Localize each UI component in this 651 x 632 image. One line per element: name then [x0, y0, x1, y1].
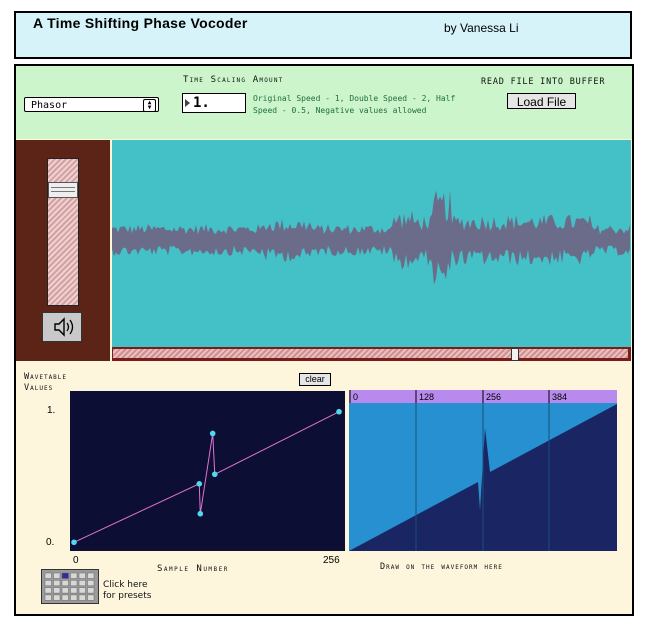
playback-position-slider[interactable]: [113, 349, 628, 358]
preset-slot[interactable]: [78, 572, 86, 579]
presets-grid[interactable]: [41, 569, 99, 604]
wavetable-label-line2: Values: [24, 383, 54, 393]
wavetable-breakpoint[interactable]: [196, 481, 203, 487]
volume-slider-knob[interactable]: [48, 182, 78, 199]
preset-slot[interactable]: [61, 580, 69, 587]
wavetable-axis-label: Wavetable Values: [24, 372, 67, 394]
ruler-label-384: 384: [552, 392, 567, 402]
wavetable-label-line1: Wavetable: [24, 372, 68, 382]
mode-select-value: Phasor: [31, 100, 68, 111]
preset-slot[interactable]: [61, 594, 69, 601]
clear-button[interactable]: clear: [299, 373, 331, 386]
preset-slot[interactable]: [44, 580, 52, 587]
wavetable-function-editor[interactable]: [70, 391, 345, 551]
waveform-display[interactable]: [112, 140, 631, 347]
preset-slot[interactable]: [70, 587, 78, 594]
wavetable-breakpoint[interactable]: [211, 471, 218, 478]
wavetable-breakpoint[interactable]: [209, 430, 216, 437]
preset-slot[interactable]: [61, 587, 69, 594]
read-file-label: READ FILE INTO BUFFER: [481, 77, 606, 87]
preset-slot[interactable]: [53, 594, 61, 601]
speaker-icon: [54, 317, 74, 337]
updown-arrows-icon: ▲ ▼: [143, 99, 156, 112]
number-box-arrow-icon: [185, 99, 190, 107]
wavetable-breakpoint[interactable]: [336, 408, 342, 415]
preset-slot[interactable]: [87, 572, 95, 579]
sample-number-label: Sample Number: [157, 564, 229, 574]
mode-select[interactable]: Phasor ▲ ▼: [24, 97, 159, 112]
time-scaling-value: 1.: [193, 95, 210, 111]
playback-position-thumb[interactable]: [510, 348, 519, 361]
preset-slot[interactable]: [87, 587, 95, 594]
wavetable-breakpoint[interactable]: [71, 539, 77, 546]
audio-waveform: [112, 190, 630, 285]
draw-waveform-editor[interactable]: 0 128 256 384: [349, 390, 617, 551]
wavetable-line: [73, 411, 340, 543]
waveform-graphic: [112, 190, 630, 285]
preset-slot[interactable]: [44, 594, 52, 601]
preset-slot[interactable]: [61, 572, 69, 579]
preset-slot[interactable]: [78, 594, 86, 601]
preset-slot[interactable]: [87, 580, 95, 587]
time-scaling-label: Time Scaling Amount: [183, 75, 284, 85]
author-credit: by Vanessa Li: [444, 21, 519, 35]
ruler-label-0: 0: [353, 392, 358, 402]
wavetable-curve: [71, 408, 342, 546]
speaker-button[interactable]: [42, 312, 82, 342]
x-axis-min-label: 0: [73, 555, 79, 566]
y-axis-max-label: 1.: [47, 405, 56, 416]
presets-caption: Click here for presets: [103, 580, 151, 602]
y-axis-min-label: 0.: [46, 537, 55, 548]
preset-slot[interactable]: [78, 587, 86, 594]
volume-slider[interactable]: [47, 158, 79, 306]
presets-grid-icon: [44, 572, 95, 601]
preset-slot[interactable]: [70, 572, 78, 579]
preset-slot[interactable]: [53, 587, 61, 594]
presets-caption-line2: for presets: [103, 591, 152, 601]
preset-slot[interactable]: [70, 594, 78, 601]
time-scaling-help: Original Speed - 1, Double Speed - 2, Ha…: [253, 94, 456, 115]
wavetable-breakpoint[interactable]: [197, 510, 204, 517]
presets-caption-line1: Click here: [103, 580, 148, 590]
ruler-label-128: 128: [419, 392, 434, 402]
preset-slot[interactable]: [44, 587, 52, 594]
preset-slot[interactable]: [87, 594, 95, 601]
app-title: A Time Shifting Phase Vocoder: [33, 15, 248, 31]
preset-slot[interactable]: [78, 580, 86, 587]
x-axis-max-label: 256: [323, 555, 340, 566]
draw-waveform-caption: Draw on the waveform here: [380, 562, 503, 572]
load-file-button[interactable]: Load File: [507, 93, 576, 109]
preset-slot[interactable]: [53, 572, 61, 579]
preset-slot[interactable]: [44, 572, 52, 579]
time-scaling-input[interactable]: 1.: [182, 93, 246, 113]
preset-slot[interactable]: [70, 580, 78, 587]
draw-waveform-canvas: 0 128 256 384: [349, 390, 617, 551]
ruler-label-256: 256: [486, 392, 501, 402]
preset-slot[interactable]: [53, 580, 61, 587]
